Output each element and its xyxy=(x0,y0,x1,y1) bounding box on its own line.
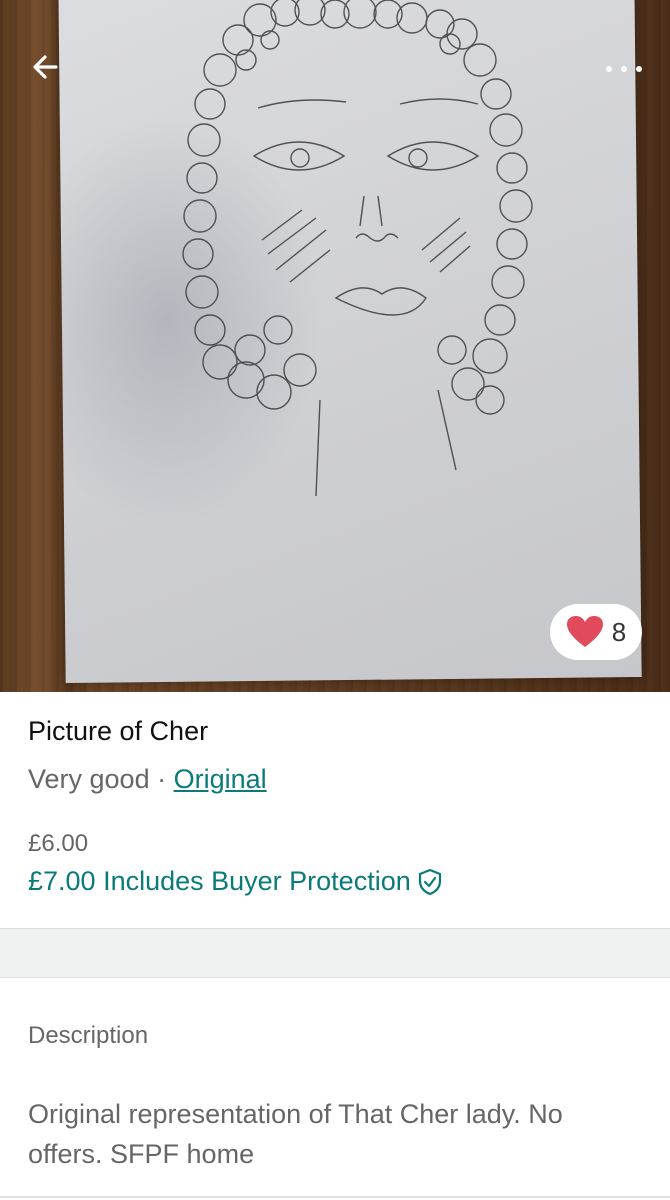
item-title: Picture of Cher xyxy=(28,716,209,746)
favorites-count: 8 xyxy=(611,616,627,647)
more-options-button[interactable] xyxy=(600,54,648,82)
divider xyxy=(0,977,670,978)
more-dots-icon xyxy=(636,66,642,72)
item-condition-line: Very good · Original xyxy=(28,764,267,795)
more-dots-icon xyxy=(621,66,627,72)
description-text: Original representation of That Cher lad… xyxy=(28,1099,563,1169)
item-condition: Very good xyxy=(28,764,150,794)
more-dots-icon xyxy=(606,66,612,72)
back-button[interactable] xyxy=(26,46,68,88)
description-heading: Description xyxy=(28,1022,149,1049)
item-price: £6.00 xyxy=(28,830,89,857)
item-info: Picture of Cher Very good · Original £6.… xyxy=(0,692,670,928)
item-photo[interactable]: 8 xyxy=(0,0,670,692)
cher-sketch xyxy=(182,0,533,497)
section-gap xyxy=(0,929,670,977)
price-with-protection: £7.00 Includes Buyer Protection xyxy=(28,866,411,896)
heart-icon xyxy=(566,616,603,647)
buyer-protection-price[interactable]: £7.00 Includes Buyer Protection xyxy=(28,866,443,897)
brand-link[interactable]: Original xyxy=(174,764,267,794)
favorite-button[interactable]: 8 xyxy=(550,604,642,660)
separator: · xyxy=(149,764,174,794)
shield-check-icon xyxy=(418,868,441,895)
divider xyxy=(0,1196,670,1198)
arrow-left-icon xyxy=(33,55,58,79)
